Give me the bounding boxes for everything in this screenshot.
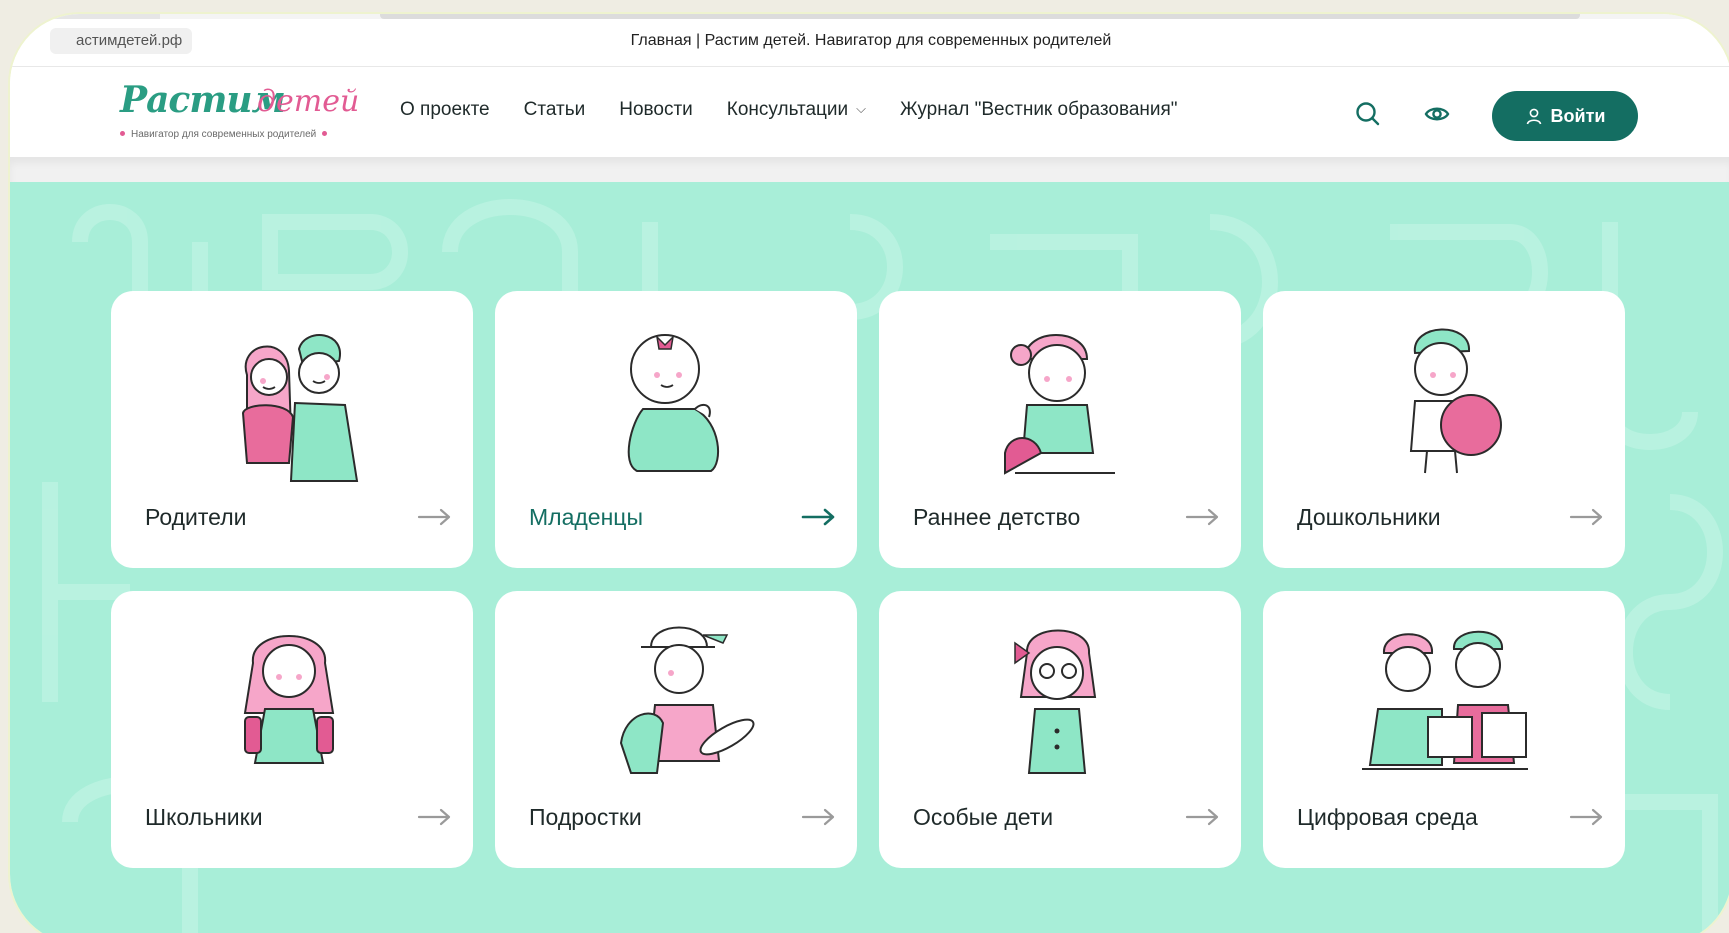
nav-item-consultations[interactable]: Консультации ⌵ [727,99,866,121]
schoolgirl-illustration [243,635,335,764]
header-shadow [10,157,1729,182]
category-label: Цифровая среда [1297,804,1478,830]
logo-tagline: Навигатор для современных родителей [120,129,340,140]
toddler-illustration [1004,334,1115,475]
category-label: Особые дети [913,804,1054,830]
logo-tagline-text: Навигатор для современных родителей [131,129,317,140]
arrow-right-icon [417,808,451,826]
eye-icon[interactable] [1423,100,1451,128]
category-card-teenagers[interactable]: Подростки [495,591,857,868]
arrow-right-icon [1569,508,1603,526]
arrow-right-icon [801,508,835,526]
login-button[interactable]: Войти [1492,91,1638,141]
category-card-digital-environment[interactable]: Цифровая среда [1263,591,1625,868]
category-card-parents[interactable]: Родители [111,291,473,568]
category-label: Дошкольники [1297,504,1441,530]
arrow-right-icon [1185,508,1219,526]
category-label: Младенцы [529,504,643,530]
special-child-illustration [1014,629,1097,774]
main-nav: О проекте Статьи Новости Консультации ⌵ Ж… [400,99,1178,121]
category-card-schoolchildren[interactable]: Школьники [111,591,473,868]
preschooler-illustration [1409,328,1502,474]
chevron-down-icon: ⌵ [856,101,867,116]
arrow-right-icon [1185,808,1219,826]
page-title: Главная | Растим детей. Навигатор для со… [630,32,1112,49]
user-icon [1526,108,1541,125]
address-bar: астимдетей.рф Главная | Растим детей. На… [10,19,1729,67]
site-logo[interactable]: Растим детей Навигатор для современных р… [120,79,359,147]
baby-illustration [627,334,720,472]
category-card-early-childhood[interactable]: Раннее детство [879,291,1241,568]
login-label: Войти [1550,105,1606,126]
digital-illustration [1362,630,1528,770]
arrow-right-icon [801,808,835,826]
category-label: Родители [145,504,247,530]
category-label: Подростки [529,804,642,830]
arrow-right-icon [1569,808,1603,826]
category-label: Школьники [145,804,263,830]
nav-item-consultations-label: Консультации [726,99,849,120]
category-card-special-children[interactable]: Особые дети [879,591,1241,868]
logo-accent-text: детей [257,84,360,119]
parents-illustration [241,334,359,482]
nav-item-journal[interactable]: Журнал "Вестник образования" [900,99,1178,121]
category-card-preschoolers[interactable]: Дошкольники [1263,291,1625,568]
teenager-illustration [619,626,755,774]
nav-item-news[interactable]: Новости [619,99,693,121]
site-header: Растим детей Навигатор для современных р… [10,67,1729,157]
browser-window: астимдетей.рф Главная | Растим детей. На… [10,14,1729,933]
category-label: Раннее детство [913,504,1081,530]
nav-item-articles[interactable]: Статьи [524,99,586,121]
category-card-babies[interactable]: Младенцы [495,291,857,568]
nav-item-about[interactable]: О проекте [400,99,490,121]
search-icon[interactable] [1354,100,1382,128]
arrow-right-icon [417,508,451,526]
